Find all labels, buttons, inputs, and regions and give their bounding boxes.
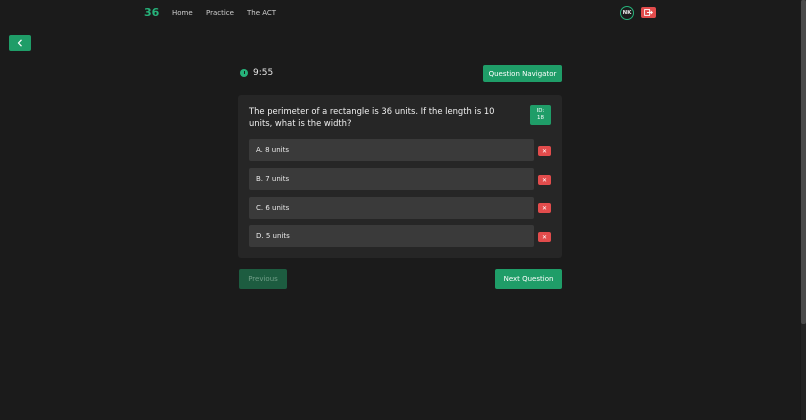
nav-link-practice[interactable]: Practice	[206, 9, 234, 17]
close-icon: ✕	[541, 233, 548, 241]
timer: 9:55	[240, 68, 273, 78]
chevron-left-icon	[17, 39, 22, 47]
question-text: The perimeter of a rectangle is 36 units…	[249, 106, 495, 128]
logout-button[interactable]	[641, 7, 656, 18]
answer-option-d[interactable]: D. 5 units	[249, 225, 534, 247]
next-question-button[interactable]: Next Question	[495, 269, 562, 289]
question-navigator-button[interactable]: Question Navigator	[483, 65, 562, 82]
close-icon: ✕	[541, 147, 548, 155]
eliminate-option-a-button[interactable]: ✕	[538, 146, 551, 156]
previous-button[interactable]: Previous	[239, 269, 287, 289]
close-icon: ✕	[541, 204, 548, 212]
back-button[interactable]	[9, 35, 31, 51]
user-avatar[interactable]: NK	[620, 6, 634, 20]
answer-option-c[interactable]: C. 6 units	[249, 197, 534, 219]
answer-option-b[interactable]: B. 7 units	[249, 168, 534, 190]
eliminate-option-c-button[interactable]: ✕	[538, 203, 551, 213]
top-navbar: 36 Home Practice The ACT NK	[0, 0, 806, 27]
question-id-badge: ID: 18	[530, 105, 551, 125]
eliminate-option-b-button[interactable]: ✕	[538, 175, 551, 185]
nav-link-the-act[interactable]: The ACT	[247, 9, 276, 17]
question-id-value: 18	[537, 115, 544, 121]
clock-icon	[240, 69, 248, 77]
logout-icon	[644, 9, 653, 16]
brand-logo[interactable]: 36	[144, 6, 159, 19]
close-icon: ✕	[541, 176, 548, 184]
question-id-label: ID:	[536, 108, 545, 114]
question-card: The perimeter of a rectangle is 36 units…	[238, 95, 562, 258]
eliminate-option-d-button[interactable]: ✕	[538, 232, 551, 242]
timer-value: 9:55	[253, 68, 274, 78]
scrollbar-thumb[interactable]	[801, 0, 806, 324]
answer-option-a[interactable]: A. 8 units	[249, 139, 534, 161]
page-scrollbar[interactable]	[801, 0, 806, 420]
nav-link-home[interactable]: Home	[172, 9, 193, 17]
